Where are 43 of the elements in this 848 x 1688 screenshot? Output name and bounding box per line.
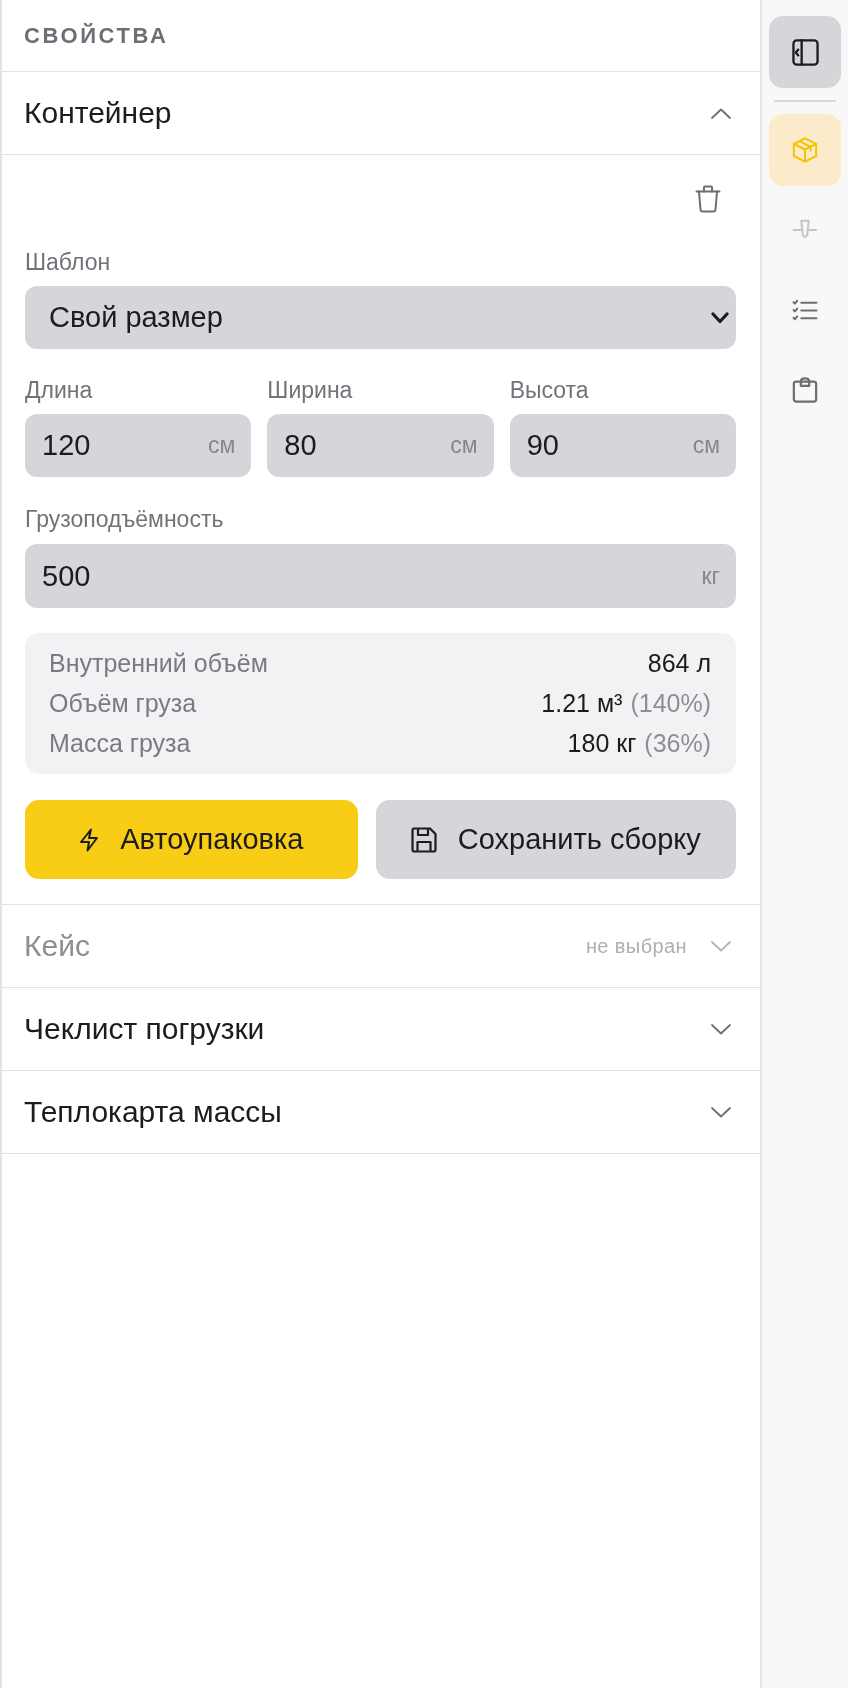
field-label: Грузоподъёмность — [25, 505, 225, 533]
summary-label: Объём груза — [49, 688, 197, 718]
section-title[interactable]: Контейнер — [24, 96, 711, 130]
sidebar-icon — [791, 38, 819, 66]
summary-label: Масса груза — [49, 728, 191, 758]
field-label: Шаблон — [25, 248, 112, 276]
panel-toggle-button[interactable] — [769, 16, 841, 88]
section-title[interactable]: Теплокарта массы — [24, 1095, 711, 1129]
template-select[interactable]: Свой размер — [25, 286, 736, 349]
dimension-field[interactable]: 90 см — [509, 414, 736, 477]
summary-value: 180 кг — [567, 728, 637, 757]
box-icon — [792, 137, 818, 163]
summary-value: 1.21 м³ — [541, 688, 623, 717]
summary-label: Внутренний объём — [49, 648, 268, 678]
checklist-icon — [792, 299, 818, 321]
section-title[interactable]: Чеклист погрузки — [24, 1012, 711, 1046]
dimension-field[interactable]: 120 см — [25, 414, 252, 477]
unit-label: кг — [701, 562, 720, 590]
status-label: не выбран — [585, 934, 687, 958]
summary-percent: (36%) — [644, 728, 711, 757]
lightning-icon — [79, 827, 100, 852]
field-label: Длина — [25, 376, 94, 404]
clipboard-icon — [792, 377, 818, 403]
dimension-field[interactable]: 80 см — [267, 414, 494, 477]
field-label: Ширина — [267, 376, 354, 404]
caret-down-icon — [711, 311, 729, 324]
capacity-field[interactable]: 500 кг — [25, 544, 736, 608]
chevron-up-icon[interactable] — [711, 107, 731, 119]
trash-icon[interactable] — [695, 185, 721, 213]
field-label: Высота — [509, 376, 590, 404]
unit-label: см — [208, 432, 236, 459]
unit-label: см — [450, 432, 478, 459]
summary-percent: (140%) — [630, 688, 711, 717]
knob-on-line-icon — [792, 219, 818, 241]
summary-value: 864 л — [647, 648, 711, 677]
section-title: Кейс — [24, 929, 91, 963]
chevron-down-icon[interactable] — [711, 1023, 731, 1035]
chevron-down-icon[interactable] — [711, 1106, 731, 1118]
autopack-button[interactable]: Автоупаковка — [25, 800, 358, 879]
panel-title: СВОЙСТВА — [24, 22, 169, 49]
save-icon — [410, 826, 437, 853]
unit-label: см — [692, 432, 720, 459]
save-build-button[interactable]: Сохранить сборку — [375, 800, 736, 879]
